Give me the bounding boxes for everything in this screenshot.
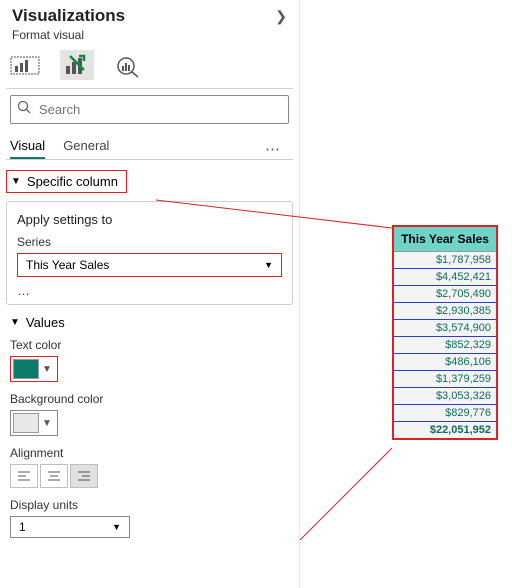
alignment-label: Alignment: [10, 446, 289, 460]
visualizations-panel: Visualizations ❯ Format visual Visual Ge…: [0, 0, 300, 588]
analytics-icon[interactable]: [114, 52, 144, 78]
table-header: This Year Sales: [394, 227, 496, 252]
panel-subtitle: Format visual: [0, 26, 299, 48]
values-header[interactable]: ▼ Values: [10, 315, 289, 330]
align-left-button[interactable]: [10, 464, 38, 488]
chevron-down-icon: ▼: [112, 522, 121, 532]
text-color-picker[interactable]: ▼: [10, 356, 58, 382]
table-row: $2,705,490: [394, 286, 496, 303]
tab-general[interactable]: General: [63, 138, 109, 159]
tab-overflow-icon[interactable]: ⋯: [265, 140, 281, 158]
display-units-value: 1: [19, 520, 26, 534]
expand-icon[interactable]: ❯: [275, 8, 287, 25]
search-input[interactable]: [37, 101, 282, 118]
table-row: $3,053,326: [394, 388, 496, 405]
table-row: $3,574,900: [394, 320, 496, 337]
format-tabs: Visual General ⋯: [0, 130, 299, 159]
format-visual-icon[interactable]: [60, 50, 94, 80]
bg-color-swatch: [13, 413, 39, 433]
search-box[interactable]: [10, 95, 289, 124]
search-icon: [17, 100, 31, 119]
specific-column-label: Specific column: [27, 174, 118, 189]
display-units-dropdown[interactable]: 1 ▼: [10, 516, 130, 538]
series-value: This Year Sales: [26, 258, 109, 272]
display-units-label: Display units: [10, 498, 289, 512]
build-visual-icon[interactable]: [10, 52, 40, 78]
chevron-down-icon: ▼: [11, 176, 21, 187]
tab-visual[interactable]: Visual: [10, 138, 45, 159]
table-row: $829,776: [394, 405, 496, 422]
chevron-down-icon: ▼: [10, 317, 20, 328]
result-table: This Year Sales $1,787,958$4,452,421$2,7…: [392, 225, 498, 440]
apply-settings-title: Apply settings to: [17, 212, 282, 227]
table-row: $486,106: [394, 354, 496, 371]
table-row: $1,787,958: [394, 252, 496, 269]
apply-settings-card: Apply settings to Series This Year Sales…: [6, 201, 293, 305]
table-row: $852,329: [394, 337, 496, 354]
bg-color-picker[interactable]: ▼: [10, 410, 58, 436]
text-color-swatch: [13, 359, 39, 379]
chevron-down-icon: ▼: [39, 364, 55, 375]
card-overflow-icon[interactable]: …: [17, 283, 282, 298]
align-center-button[interactable]: [40, 464, 68, 488]
series-label: Series: [17, 235, 282, 249]
table-row: $4,452,421: [394, 269, 496, 286]
chevron-down-icon: ▼: [264, 260, 273, 270]
series-dropdown[interactable]: This Year Sales ▼: [17, 253, 282, 277]
chevron-down-icon: ▼: [39, 418, 55, 429]
panel-title: Visualizations: [12, 6, 125, 26]
panel-header: Visualizations ❯: [0, 0, 299, 26]
alignment-group: [10, 464, 289, 488]
specific-column-toggle[interactable]: ▼ Specific column: [6, 170, 127, 193]
align-right-button[interactable]: [70, 464, 98, 488]
table-row: $1,379,259: [394, 371, 496, 388]
format-mode-icons: [0, 48, 299, 86]
values-label: Values: [26, 315, 65, 330]
bg-color-label: Background color: [10, 392, 289, 406]
values-section: ▼ Values Text color ▼ Background color ▼…: [6, 315, 293, 538]
table-row: $2,930,385: [394, 303, 496, 320]
table-total-row: $22,051,952: [394, 422, 496, 438]
text-color-label: Text color: [10, 338, 289, 352]
